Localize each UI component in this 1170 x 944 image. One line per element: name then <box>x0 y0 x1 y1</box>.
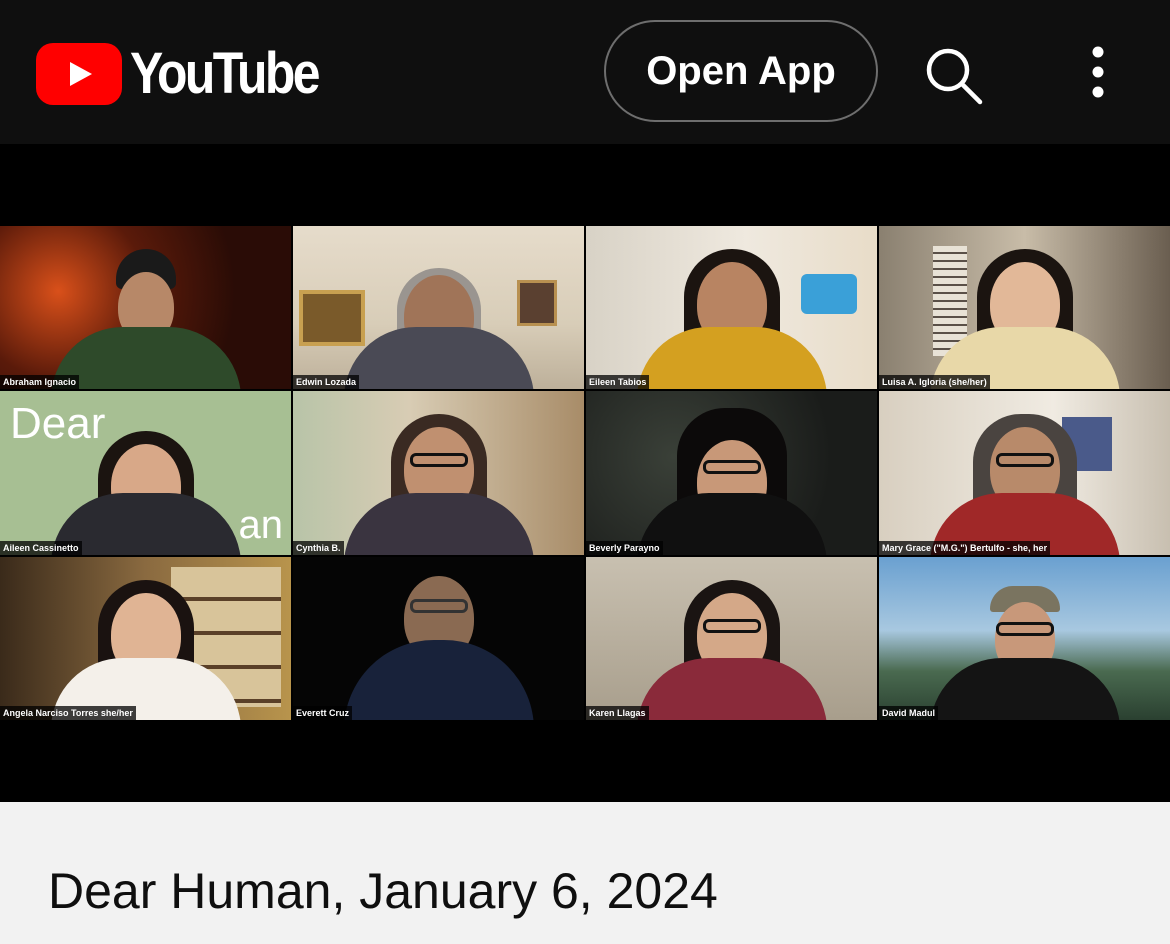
video-info: Dear Human, January 6, 2024 <box>0 802 1170 944</box>
participant-tile: Mary Grace ("M.G.") Bertulfo - she, her <box>879 391 1170 555</box>
video-title: Dear Human, January 6, 2024 <box>48 863 718 919</box>
participant-name: Karen Llagas <box>586 705 649 720</box>
logo-text: YouTube <box>130 41 320 106</box>
wall-painting <box>299 290 365 346</box>
participant-tile: David Madul <box>879 556 1170 720</box>
participant-clothing <box>343 492 534 555</box>
participant-tile: Beverly Parayno <box>586 391 877 555</box>
participant-name: Luisa A. Igloria (she/her) <box>879 375 990 390</box>
glasses <box>995 453 1054 468</box>
more-vert-icon[interactable] <box>1072 42 1124 108</box>
participant-tile: Luisa A. Igloria (she/her) <box>879 226 1170 390</box>
participant-tile: Dear an Aileen Cassinetto <box>0 391 291 555</box>
participant-tile: Everett Cruz <box>293 556 584 720</box>
youtube-logo[interactable]: YouTube <box>36 40 348 107</box>
glasses <box>409 599 468 614</box>
participant-name: Eileen Tabios <box>586 375 650 390</box>
glasses <box>995 621 1054 636</box>
participant-clothing <box>343 327 534 390</box>
glasses <box>702 459 761 474</box>
open-app-button[interactable]: Open App <box>604 20 878 122</box>
book-cover-text: an <box>238 503 284 548</box>
video-player[interactable]: Abraham Ignacio Edwin Lozada Eileen Tabi… <box>0 144 1170 802</box>
glasses <box>409 453 468 468</box>
participant-name: David Madul <box>879 705 939 720</box>
participant-clothing <box>343 639 534 720</box>
search-icon[interactable] <box>920 42 986 108</box>
participant-name: Everett Cruz <box>293 705 353 720</box>
participant-tile: Cynthia B. <box>293 391 584 555</box>
participant-name: Mary Grace ("M.G.") Bertulfo - she, her <box>879 540 1051 555</box>
participant-clothing <box>929 657 1120 720</box>
participant-tile: Eileen Tabios <box>586 226 877 390</box>
blue-chair <box>801 274 857 314</box>
youtube-play-icon <box>36 42 122 105</box>
participant-tile: Edwin Lozada <box>293 226 584 390</box>
participant-tile: Abraham Ignacio <box>0 226 291 390</box>
participant-tile: Angela Narciso Torres she/her <box>0 556 291 720</box>
participant-name: Cynthia B. <box>293 540 344 555</box>
participant-name: Abraham Ignacio <box>0 375 80 390</box>
video-call-grid: Abraham Ignacio Edwin Lozada Eileen Tabi… <box>0 226 1170 720</box>
participant-clothing <box>636 492 827 555</box>
participant-clothing <box>636 327 827 390</box>
participant-tile: Karen Llagas <box>586 556 877 720</box>
participant-name: Aileen Cassinetto <box>0 540 82 555</box>
participant-name: Angela Narciso Torres she/her <box>0 705 136 720</box>
book-cover-text: Dear <box>10 399 106 449</box>
participant-name: Edwin Lozada <box>293 375 360 390</box>
participant-clothing <box>636 657 827 720</box>
top-bar: YouTube Open App <box>0 0 1170 144</box>
wall-painting <box>517 280 557 326</box>
participant-name: Beverly Parayno <box>586 540 663 555</box>
glasses <box>702 618 761 633</box>
